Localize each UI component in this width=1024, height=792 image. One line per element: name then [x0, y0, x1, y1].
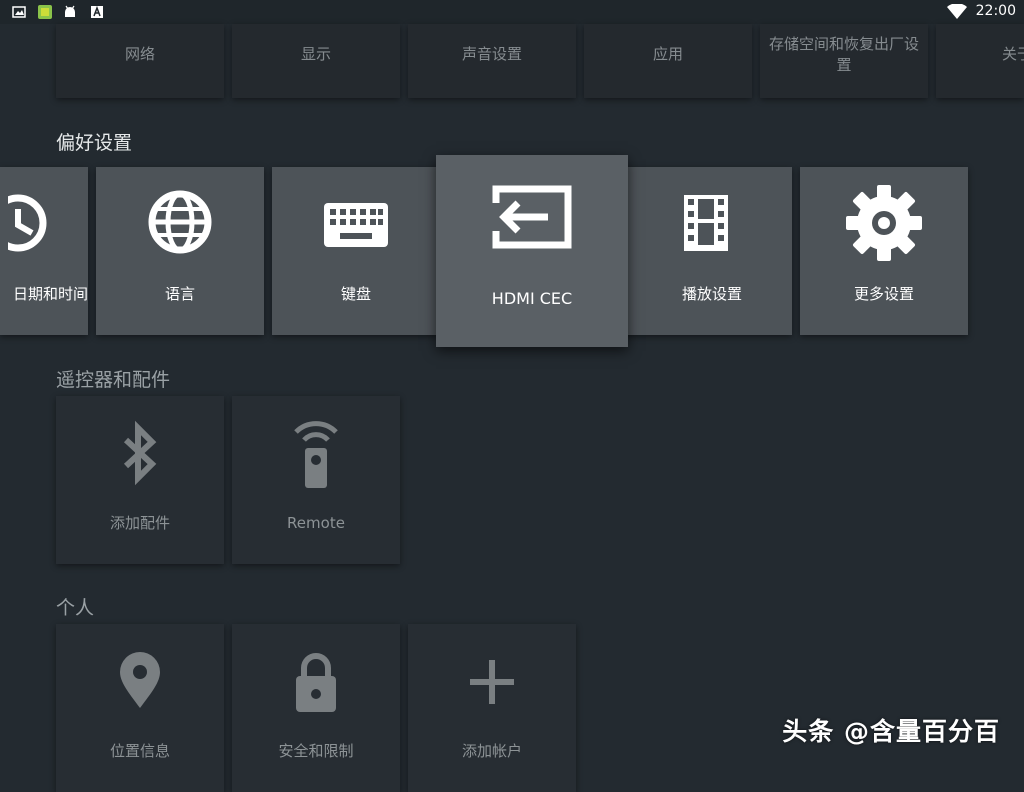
keyboard-label: 键盘: [340, 285, 371, 303]
preferences-title: 偏好设置: [56, 132, 133, 154]
status-bar: 22:00: [0, 0, 1024, 24]
date-time-label: 日期和时间: [12, 285, 88, 303]
globe-icon: [148, 190, 212, 254]
keyboard-card[interactable]: 键盘: [272, 167, 440, 335]
film-icon: [684, 195, 728, 251]
about-card[interactable]: 关于: [936, 24, 1024, 98]
remotes-title: 遥控器和配件: [56, 369, 171, 391]
bluetooth-icon: [123, 420, 157, 486]
storage-reset-label: 存储空间和恢复出厂设置: [768, 35, 919, 74]
keyboard-icon: [324, 203, 388, 247]
sound-card[interactable]: 声音设置: [408, 24, 576, 98]
location-card[interactable]: 位置信息: [56, 624, 224, 792]
remote-label: Remote: [287, 514, 345, 532]
apps-card[interactable]: 应用: [584, 24, 752, 98]
display-label: 显示: [300, 45, 331, 63]
add-account-card[interactable]: 添加帐户: [408, 624, 576, 792]
plus-icon: [470, 660, 514, 704]
remote-icon: [294, 421, 338, 488]
sound-label: 声音设置: [461, 45, 522, 63]
about-label: 关于: [1002, 45, 1024, 63]
personal-title: 个人: [56, 597, 95, 619]
hdmi-cec-card[interactable]: HDMI CEC: [436, 155, 628, 347]
clock-icon: [8, 194, 47, 252]
language-card[interactable]: 语言: [96, 167, 264, 335]
gear-icon: [846, 185, 922, 261]
input-icon: [492, 185, 572, 249]
hdmi-cec-label: HDMI CEC: [491, 289, 573, 308]
location-label: 位置信息: [109, 742, 170, 760]
more-settings-card[interactable]: 更多设置: [800, 167, 968, 335]
more-settings-label: 更多设置: [853, 285, 914, 303]
add-accessory-label: 添加配件: [109, 514, 170, 532]
apps-label: 应用: [652, 45, 683, 63]
app-icon: [38, 5, 52, 19]
language-label: 语言: [164, 285, 195, 303]
network-card[interactable]: 网络: [56, 24, 224, 98]
gallery-icon: [12, 6, 26, 18]
android-icon: [65, 5, 75, 17]
display-card[interactable]: 显示: [232, 24, 400, 98]
watermark-text: 头条 @含量百分百: [782, 717, 1000, 746]
wifi-icon: [947, 4, 967, 19]
date-time-card[interactable]: 日期和时间: [0, 167, 88, 335]
storage-reset-card[interactable]: 存储空间和恢复出厂设置: [760, 24, 928, 98]
location-icon: [120, 652, 160, 708]
network-label: 网络: [124, 45, 155, 63]
font-icon: [91, 5, 103, 18]
lock-icon: [296, 653, 336, 712]
add-account-label: 添加帐户: [461, 742, 522, 760]
playback-label: 播放设置: [681, 285, 742, 303]
add-accessory-card[interactable]: 添加配件: [56, 396, 224, 564]
remote-card[interactable]: Remote: [232, 396, 400, 564]
clock-time: 22:00: [975, 3, 1016, 19]
playback-card[interactable]: 播放设置: [620, 167, 792, 335]
security-card[interactable]: 安全和限制: [232, 624, 400, 792]
security-label: 安全和限制: [278, 742, 354, 760]
